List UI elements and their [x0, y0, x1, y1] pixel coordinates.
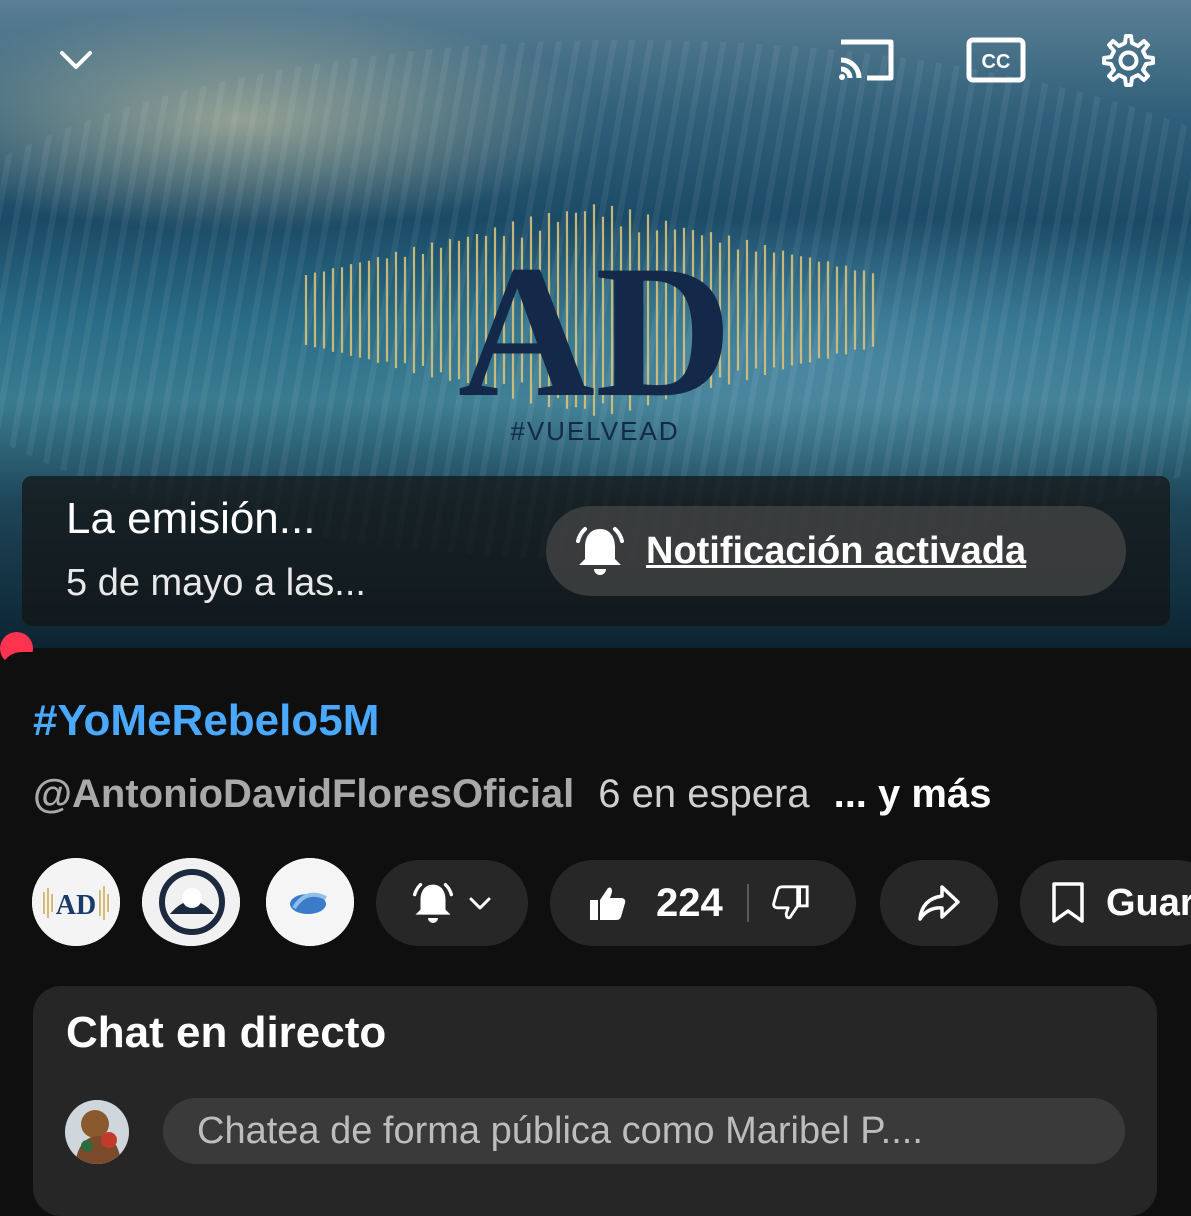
bookmark-icon [1050, 881, 1086, 925]
video-title[interactable]: #YoMeRebelo5M [33, 696, 379, 746]
notification-button[interactable]: Notificación activada [546, 506, 1126, 596]
premiere-date: 5 de mayo a las... [66, 562, 366, 604]
thumbs-down-icon[interactable] [771, 883, 811, 923]
more-link[interactable]: ... y más [834, 772, 992, 817]
bell-ringing-icon [408, 878, 458, 928]
thumbs-up-icon[interactable] [586, 882, 628, 924]
share-arrow-icon [916, 883, 962, 923]
like-count[interactable]: 224 [656, 881, 723, 926]
svg-text:CC: CC [982, 51, 1011, 73]
save-label: Guar [1106, 881, 1191, 924]
bell-ringing-icon [570, 521, 630, 581]
user-avatar [65, 1100, 129, 1164]
live-chat-title: Chat en directo [66, 1008, 387, 1057]
logo-letters: AD [458, 227, 732, 437]
video-meta: @AntonioDavidFloresOficial 6 en espera .… [33, 772, 991, 817]
chat-input[interactable]: Chatea de forma pública como Maribel P..… [163, 1098, 1125, 1164]
like-dislike-group: 224 [550, 860, 856, 946]
chevron-down-icon[interactable] [44, 28, 108, 92]
save-button[interactable]: Guar [1020, 860, 1191, 946]
divider [746, 884, 749, 922]
channel-avatar[interactable]: AD [32, 858, 120, 946]
premiere-title: La emisión... [66, 494, 316, 543]
waiting-count: 6 en espera [598, 772, 810, 816]
video-details-panel: #YoMeRebelo5M @AntonioDavidFloresOficial… [0, 652, 1191, 1216]
premiere-overlay: La emisión... 5 de mayo a las... Notific… [22, 476, 1170, 626]
svg-text:AD: AD [56, 890, 96, 921]
gear-icon[interactable] [1094, 28, 1158, 92]
video-player[interactable]: CC AD #VUELVEAD La emisión... 5 de mayo a… [0, 0, 1191, 648]
subscription-bell-button[interactable] [376, 860, 528, 946]
collaborator-avatar-2[interactable] [266, 858, 354, 946]
live-chat-card[interactable]: Chat en directo Chatea de forma pública … [33, 986, 1157, 1216]
channel-logo-overlay: AD #VUELVEAD [300, 190, 890, 450]
logo-hashtag: #VUELVEAD [510, 416, 679, 446]
notification-label: Notificación activada [646, 529, 1027, 572]
channel-handle[interactable]: @AntonioDavidFloresOficial [33, 772, 574, 817]
cast-icon[interactable] [834, 28, 898, 92]
share-button[interactable] [880, 860, 998, 946]
captions-icon[interactable]: CC [964, 28, 1028, 92]
collaborator-avatar-1[interactable] [142, 858, 240, 946]
chevron-down-icon [466, 889, 494, 917]
